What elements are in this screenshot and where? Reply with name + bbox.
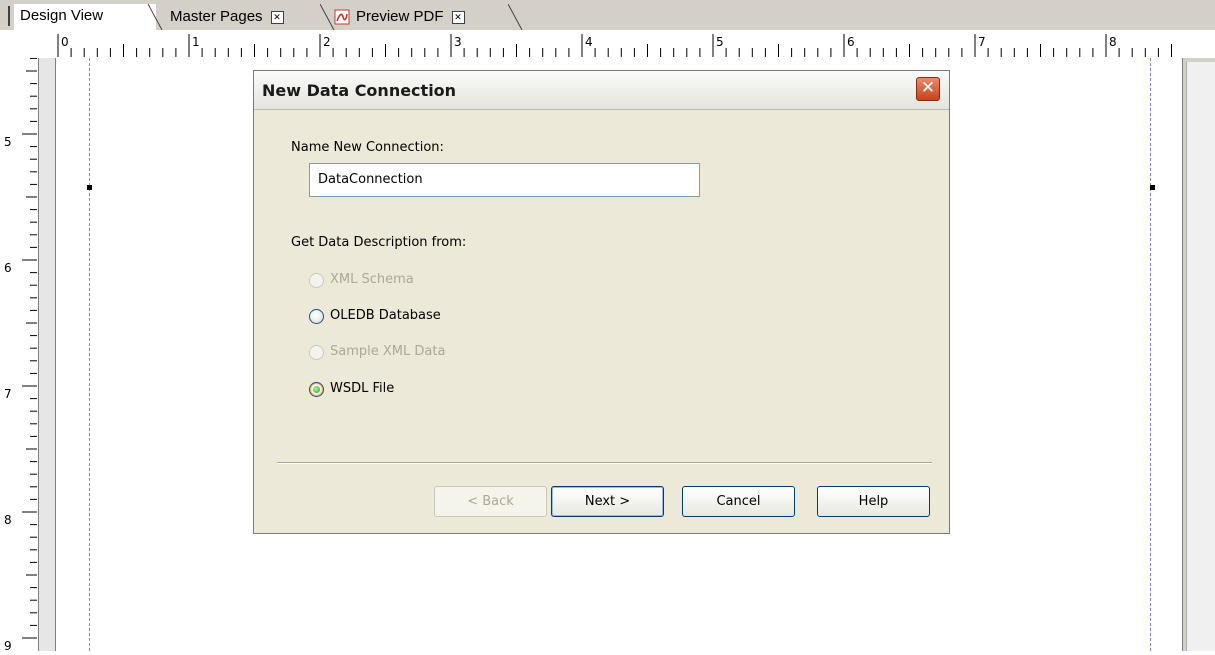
ruler-label: 7 [4,387,12,401]
next-button[interactable]: Next > [551,486,664,517]
ruler-label: 2 [323,35,331,49]
ruler-label: 5 [4,135,12,149]
pdf-icon [334,9,350,25]
name-connection-label: Name New Connection: [291,140,444,155]
data-description-label: Get Data Description from: [291,235,467,250]
left-margin-guide [89,58,90,651]
radio-button[interactable] [309,309,324,324]
tab-preview-pdf[interactable]: Preview PDF ✕ [334,5,465,29]
ruler-label: 0 [61,35,69,49]
close-icon[interactable]: ✕ [916,77,940,101]
tab-label: Preview PDF [356,8,444,25]
ruler-label: 1 [192,35,200,49]
ruler-label: 8 [4,513,12,527]
tab-edge [148,4,163,30]
radio-button [309,273,324,288]
radio-label: XML Schema [330,272,414,287]
page-gutter [39,58,56,651]
radio-button [309,345,324,360]
selection-handle[interactable] [1150,185,1155,190]
tab-close-icon[interactable]: ✕ [451,10,465,24]
selection-handle[interactable] [87,185,92,190]
tab-close-icon[interactable]: ✕ [270,10,284,24]
horizontal-ruler: 0 1 2 3 4 5 6 7 8 [0,30,1215,59]
right-margin-guide [1150,58,1151,651]
tab-design-view[interactable]: Design View [14,4,156,30]
new-data-connection-dialog: New Data Connection ✕ Name New Connectio… [253,70,950,534]
ruler-label: 4 [585,35,593,49]
dialog-separator [277,462,932,464]
radio-button[interactable] [309,382,324,397]
radio-label[interactable]: OLEDB Database [330,308,441,323]
tab-strip: Design View Master Pages ✕ Preview PDF ✕ [0,0,1215,31]
tab-master-pages[interactable]: Master Pages ✕ [170,5,284,29]
ruler-label: 6 [847,35,855,49]
ruler-label: 9 [4,639,12,651]
help-button[interactable]: Help [817,486,930,517]
connection-name-input[interactable]: DataConnection [309,163,700,197]
ruler-label: 6 [4,261,12,275]
vertical-scrollbar[interactable] [1186,62,1215,651]
tab-label: Master Pages [170,8,263,25]
radio-label[interactable]: WSDL File [330,381,394,396]
tab-label: Design View [20,7,104,24]
dialog-title: New Data Connection [262,81,457,100]
dialog-title-bar[interactable]: New Data Connection ✕ [254,71,949,110]
back-button[interactable]: < Back [434,486,547,517]
vertical-ruler-ticks: 5 6 7 8 9 [4,57,37,653]
cancel-button[interactable]: Cancel [682,486,795,517]
radio-label: Sample XML Data [330,344,446,359]
horizontal-ruler-ticks: 0 1 2 3 4 5 6 7 8 [57,34,1172,57]
radio-selected-dot [313,386,320,393]
ruler-label: 8 [1109,35,1117,49]
ruler-label: 5 [716,35,724,49]
ruler-label: 3 [454,35,462,49]
tab-edge [508,4,523,30]
tab-strip-separator [8,6,10,26]
ruler-label: 7 [978,35,986,49]
dialog-body: Name New Connection: DataConnection Get … [256,111,947,531]
vertical-ruler: 5 6 7 8 9 [0,57,39,653]
